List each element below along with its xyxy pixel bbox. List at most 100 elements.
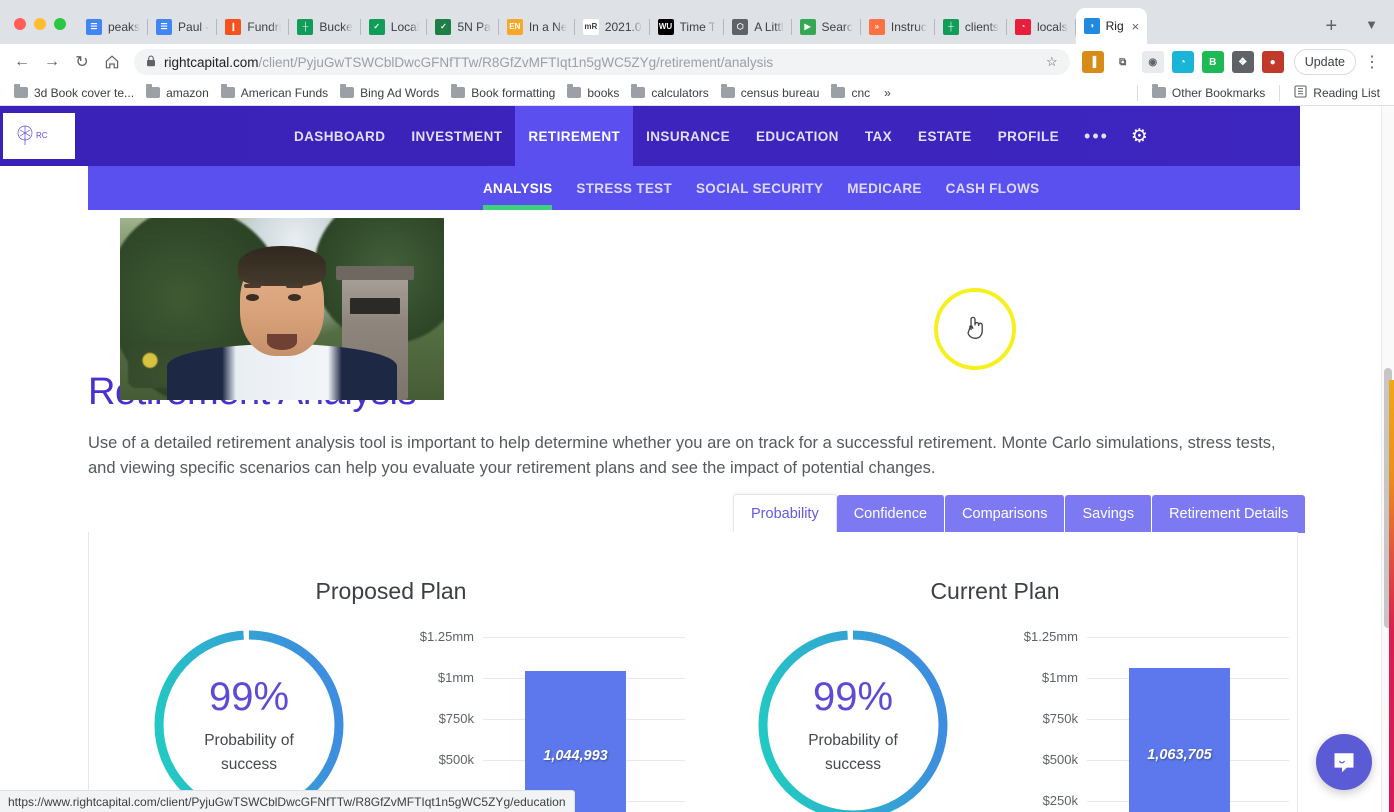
play-icon: ▶ [799, 19, 816, 35]
update-button[interactable]: Update [1293, 49, 1356, 75]
top-nav-item-dashboard[interactable]: DASHBOARD [281, 106, 398, 166]
panel-tab-comparisons[interactable]: Comparisons [945, 495, 1066, 533]
reading-list-button[interactable]: Reading List [1288, 83, 1386, 103]
bookmark-item[interactable]: cnc [825, 84, 876, 102]
bookmark-label: books [587, 85, 620, 100]
browser-tab[interactable]: ✓ 5N Pa [427, 10, 499, 44]
bookmark-item[interactable]: American Funds [215, 84, 334, 102]
plan-column: Current Plan 99% Probability of success $1.2… [693, 532, 1297, 812]
browser-tab[interactable]: ┼ clients [935, 10, 1007, 44]
probability-donut-chart: 99% Probability of success [149, 625, 349, 812]
app-logo[interactable]: RC [3, 113, 75, 159]
browser-tab[interactable]: WU Time T [650, 10, 725, 44]
panel-tab-retirement-details[interactable]: Retirement Details [1152, 495, 1306, 533]
browser-tab[interactable]: ◑ Rig × [1075, 8, 1148, 44]
page-viewport: RC DASHBOARD INVESTMENT RETIREMENT INSURANC… [0, 106, 1394, 812]
top-nav-item-education[interactable]: EDUCATION [743, 106, 852, 166]
bookmarks-bar: 3d Book cover te... amazon American Funds B… [0, 80, 1394, 106]
other-bookmarks-button[interactable]: Other Bookmarks [1146, 84, 1271, 102]
bookmark-item[interactable]: calculators [625, 84, 714, 102]
browser-tab[interactable]: ✓ Local [361, 10, 428, 44]
puzzle-extension[interactable]: ❖ [1231, 51, 1254, 73]
bookmark-star-icon[interactable]: ☆ [1046, 54, 1058, 70]
capture-extension[interactable]: ⧉ [1111, 51, 1134, 73]
sub-nav-item-medicare[interactable]: MEDICARE [835, 166, 933, 210]
bookmark-item[interactable]: amazon [140, 84, 215, 102]
bar[interactable]: 1,063,705 [1129, 667, 1230, 812]
window-menu-button[interactable]: ▼ [1349, 17, 1394, 44]
top-nav-item-profile[interactable]: PROFILE [985, 106, 1072, 166]
sub-nav-item-analysis[interactable]: ANALYSIS [471, 166, 564, 210]
browser-tab[interactable]: ┼ Bucke [289, 10, 361, 44]
sub-nav-item-stress-test[interactable]: STRESS TEST [564, 166, 684, 210]
record-extension[interactable]: ◉ [1141, 51, 1164, 73]
browser-tab-label: Paul - [178, 20, 210, 34]
bookmark-item[interactable]: census bureau [715, 84, 826, 102]
address-bar-url: rightcapital.com/client/PyjuGwTSWCblDwcG… [164, 54, 774, 70]
browser-tab-label: peaks [108, 20, 141, 34]
close-tab-icon[interactable]: × [1132, 19, 1140, 34]
svg-text:RC: RC [36, 131, 48, 140]
bookmark-item[interactable]: Book formatting [445, 84, 561, 102]
bookmark-item[interactable]: books [561, 84, 625, 102]
back-icon[interactable]: ← [8, 48, 36, 76]
panel-tab-savings[interactable]: Savings [1065, 495, 1153, 533]
bookmark-label: 3d Book cover te... [34, 85, 135, 100]
browser-menu-icon[interactable]: ⋮ [1358, 48, 1386, 76]
browser-tab[interactable]: EN In a Ne [499, 10, 575, 44]
top-nav-item-retirement[interactable]: RETIREMENT [515, 106, 634, 166]
gear-icon[interactable]: ⚙ [1121, 125, 1158, 148]
browser-tab[interactable]: ❙ Fundri [217, 10, 290, 44]
y-axis-tick-label: $1mm [437, 670, 474, 685]
browser-tab[interactable]: mR 2021.0 [575, 10, 650, 44]
bplus-extension[interactable]: B [1201, 51, 1224, 73]
browser-tab[interactable]: » Instruc [861, 10, 935, 44]
y-axis-tick-label: $750k [438, 711, 474, 726]
probability-label-line1: Probability of [204, 732, 294, 749]
intercom-chat-button[interactable] [1316, 734, 1372, 790]
bookmark-item[interactable]: 3d Book cover te... [8, 84, 140, 102]
browser-tab-label: 5N Pa [457, 20, 491, 34]
top-nav-item-investment[interactable]: INVESTMENT [398, 106, 515, 166]
address-bar[interactable]: rightcapital.com/client/PyjuGwTSWCblDwcG… [134, 49, 1070, 75]
box-icon: ⬡ [732, 19, 749, 35]
chart-extension[interactable]: ▐ [1081, 51, 1104, 73]
y-axis-tick-label: $1mm [1041, 670, 1078, 685]
reading-list-label: Reading List [1313, 85, 1380, 100]
plan-body: 99% Probability of success $1.25mm $1mm $750k… [693, 625, 1297, 812]
panel-tab-probability[interactable]: Probability [733, 494, 837, 533]
browser-tab[interactable]: ☰ peaks [78, 10, 149, 44]
plan-title: Proposed Plan [315, 578, 467, 604]
browser-tab[interactable]: ▶ Searc [792, 10, 861, 44]
forward-icon[interactable]: → [38, 48, 66, 76]
browser-tab-label: In a Ne [528, 20, 567, 34]
bookmark-label: Bing Ad Words [360, 85, 440, 100]
bookmarks-overflow-button[interactable]: » [878, 84, 897, 102]
browser-tab[interactable]: ⬡ A Littl [724, 10, 792, 44]
top-nav-item-tax[interactable]: TAX [852, 106, 905, 166]
chart-icon: ❙ [225, 19, 242, 35]
browser-tab[interactable]: ☰ Paul - [148, 10, 218, 44]
home-icon[interactable] [98, 48, 126, 76]
chat-bubble-icon [1334, 753, 1354, 773]
bookmark-label: Book formatting [471, 85, 556, 100]
bookmark-item[interactable]: Bing Ad Words [334, 84, 445, 102]
minimize-window-button[interactable] [34, 18, 46, 30]
sub-nav-item-cash-flows[interactable]: CASH FLOWS [934, 166, 1052, 210]
maximize-window-button[interactable] [54, 18, 66, 30]
sub-nav-item-social-security[interactable]: SOCIAL SECURITY [684, 166, 835, 210]
gridline [483, 637, 685, 638]
reload-icon[interactable]: ↻ [68, 48, 96, 76]
new-tab-button[interactable]: + [1313, 16, 1349, 44]
profile-avatar[interactable]: ● [1261, 51, 1284, 73]
screen-edge-color-stripe [1389, 380, 1394, 812]
browser-tab[interactable]: ◔ locals [1007, 10, 1076, 44]
close-window-button[interactable] [14, 18, 26, 30]
top-nav-item-estate[interactable]: ESTATE [905, 106, 985, 166]
webcam-person-hair [238, 246, 326, 286]
top-nav-more-button[interactable]: ••• [1072, 126, 1121, 147]
panel-tab-confidence[interactable]: Confidence [836, 495, 946, 533]
top-nav-item-insurance[interactable]: INSURANCE [633, 106, 743, 166]
aw-extension[interactable]: ◔ [1171, 51, 1194, 73]
docs-icon: ☰ [156, 19, 173, 35]
